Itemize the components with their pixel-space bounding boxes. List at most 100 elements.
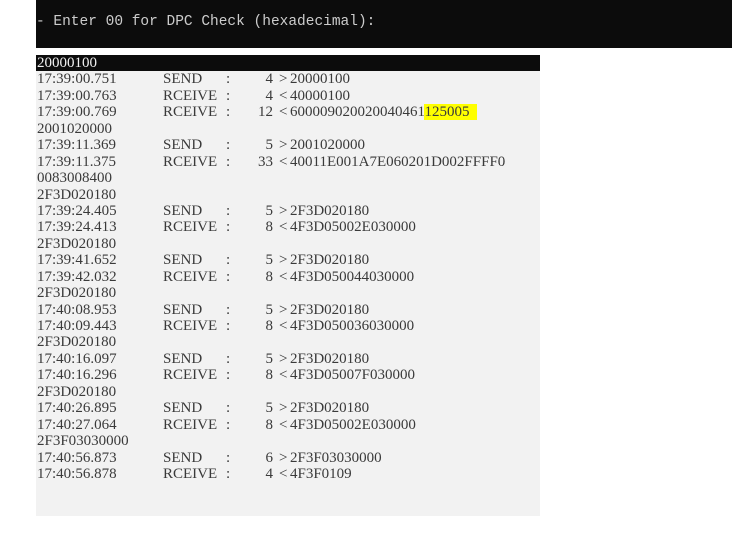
command-text: 0083008400 [37,170,112,187]
separator: : [226,350,231,367]
direction-arrow: < [279,318,288,334]
byte-count: 8 [265,318,274,334]
log-entry: 17:39:00.763 RCEIVE: 4 <40000100 [36,88,540,104]
separator: : [226,400,231,417]
direction-arrow: < [279,268,288,285]
command-line: 2F3F03030000 [36,433,540,449]
timestamp: 17:39:00.751 [37,71,117,88]
payload: 4F3D05002E030000 [290,219,416,235]
direction: RCEIVE [163,87,218,104]
log-entry: 17:40:27.064 RCEIVE: 8 <4F3D05002E030000 [36,417,540,433]
command-text: 2001020000 [37,120,112,137]
separator: : [226,87,231,104]
log-entry: 17:40:56.878 RCEIVE: 4 <4F3F0109 [36,466,540,482]
payload: 2F3D020180 [290,302,369,318]
direction: RCEIVE [163,104,218,121]
payload-text: 2F3D020180 [290,400,370,417]
log-entry: 17:40:16.097 SEND: 5 >2F3D020180 [36,351,540,367]
payload: 40011E001A7E060201D002FFFF0 [290,154,505,170]
timestamp: 17:39:11.375 [37,153,117,170]
timestamp: 17:39:00.769 [37,104,117,121]
timestamp: 17:40:27.064 [37,416,117,433]
direction: SEND [163,449,203,466]
separator: : [226,71,231,88]
direction: SEND [163,400,203,417]
byte-count: 5 [265,252,274,269]
byte-count: 8 [265,219,274,236]
payload: 600009020020040461125005 [290,104,478,121]
direction-arrow: < [279,87,288,104]
separator: : [226,104,231,121]
direction: SEND [163,137,203,154]
payload-text: 2F3F03030000 [290,449,382,466]
direction: RCEIVE [163,318,218,334]
log-entry: 17:39:42.032 RCEIVE: 8 <4F3D050044030000 [36,269,540,285]
payload: 4F3D05002E030000 [290,417,416,433]
command-line: 2F3D020180 [36,187,540,203]
payload-text: 4F3D050036030000 [290,318,415,334]
timestamp: 17:40:16.296 [37,367,117,384]
payload-text: 4F3D05002E030000 [290,416,416,433]
payload-text: 2F3D020180 [290,301,370,318]
timestamp: 17:39:41.652 [37,252,117,269]
payload-text: 20000100 [290,71,350,88]
serial-log-panel[interactable]: 20000100 17:39:00.751 SEND:4 >20000100 17:39… [36,55,540,516]
direction-arrow: > [279,202,288,219]
payload: 20000100 [290,71,350,87]
separator: : [226,416,231,433]
separator: : [226,268,231,285]
byte-count: 8 [265,416,274,433]
command-text: 2F3D020180 [37,235,117,252]
direction: RCEIVE [163,465,218,482]
payload-text: 2F3D020180 [290,350,370,367]
separator: : [226,318,231,334]
payload: 2F3D020180 [290,351,369,367]
payload-text: 4F3D050044030000 [290,268,415,285]
payload: 4F3D05007F030000 [290,367,415,383]
byte-count: 12 [258,104,273,121]
payload: 2F3D020180 [290,400,369,416]
payload: 4F3D050036030000 [290,318,414,334]
payload-text: 4F3D05002E030000 [290,219,416,236]
command-line: 2F3D020180 [36,285,540,301]
console-prompt-bar: - Enter 00 for DPC Check (hexadecimal): [36,0,732,48]
log-entry: 17:39:00.751 SEND: 4 >20000100 [36,71,540,87]
byte-count: 5 [265,137,274,154]
timestamp: 17:40:08.953 [37,301,117,318]
direction: SEND [163,202,203,219]
timestamp: 17:39:24.405 [37,202,117,219]
byte-count: 6 [265,449,274,466]
log-entry: 17:40:08.953 SEND: 5 >2F3D020180 [36,302,540,318]
log-entry: 17:39:11.375 RCEIVE: 33 <40011E001A7E060201… [36,154,540,170]
timestamp: 17:40:56.878 [37,465,117,482]
log-entry: 17:39:24.405 SEND: 5 >2F3D020180 [36,203,540,219]
separator: : [226,301,231,318]
command-text: 2F3D020180 [37,186,117,203]
direction: SEND [163,252,203,269]
payload: 2F3D020180 [290,252,369,268]
direction-arrow: < [279,416,288,433]
log-entry: 17:39:00.769 RCEIVE: 12 <600009020020040461… [36,104,540,121]
payload-text: 2F3D020180 [290,252,370,269]
payload-text: 4F3F0109 [290,465,352,482]
payload: 40000100 [290,88,350,104]
direction: RCEIVE [163,153,218,170]
payload: 2F3D020180 [290,203,369,219]
separator: : [226,252,231,269]
direction: SEND [163,350,203,367]
log-entry: 17:40:09.443 RCEIVE: 8 <4F3D050036030000 [36,318,540,334]
direction: RCEIVE [163,219,218,236]
direction-arrow: > [279,301,288,318]
log-entry: 17:39:41.652 SEND: 5 >2F3D020180 [36,252,540,268]
payload-text: 2F3D020180 [290,202,370,219]
prompt-text: - Enter 00 for DPC Check (hexadecimal): [36,14,376,30]
separator: : [226,465,231,482]
byte-count: 4 [265,87,274,104]
timestamp: 17:40:09.443 [37,318,117,334]
direction: SEND [163,71,203,88]
timestamp: 17:39:42.032 [37,268,117,285]
separator: : [226,137,231,154]
direction-arrow: > [279,350,288,367]
log-entry: 17:40:16.296 RCEIVE: 8 <4F3D05007F030000 [36,367,540,383]
direction-arrow: > [279,252,288,269]
